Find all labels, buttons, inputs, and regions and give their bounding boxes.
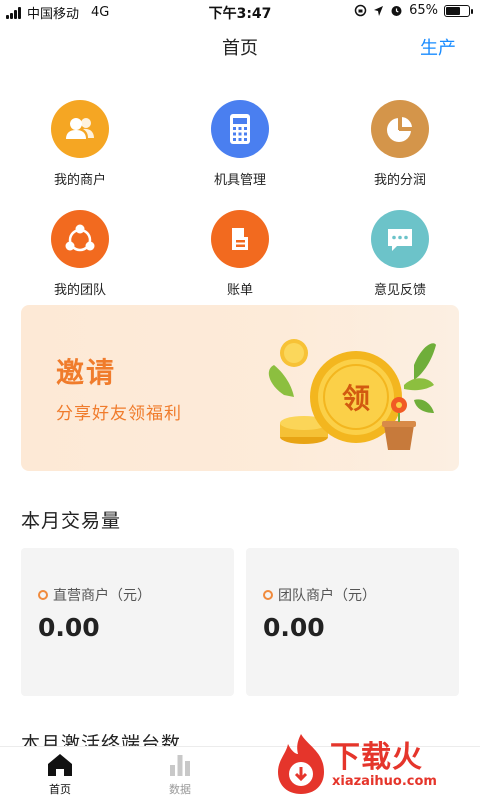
invite-banner[interactable]: 邀请 分享好友领福利 领 bbox=[21, 305, 459, 471]
merchants-icon bbox=[51, 100, 109, 158]
menu-item-feedback[interactable]: 意见反馈 bbox=[320, 210, 480, 320]
menu-item-profit[interactable]: 我的分润 bbox=[320, 100, 480, 210]
menu-grid: 我的商户 机具管理 我的分润 我的团队 账单 意见反馈 bbox=[0, 100, 480, 320]
stat-card-direct[interactable]: 直营商户（元） 0.00 bbox=[21, 548, 234, 696]
banner-subtitle: 分享好友领福利 bbox=[56, 404, 182, 424]
ring-icon bbox=[38, 590, 48, 600]
tab-label: 首页 bbox=[49, 783, 71, 796]
status-right: 65% bbox=[354, 3, 473, 18]
section-title-transactions: 本月交易量 bbox=[21, 510, 122, 532]
watermark: 下载火 xiazaihuo.com bbox=[274, 732, 474, 798]
alarm-icon bbox=[391, 6, 402, 16]
tab-data[interactable]: 数据 bbox=[140, 753, 220, 797]
watermark-text: 下载火 bbox=[330, 740, 423, 775]
bill-icon bbox=[211, 210, 269, 268]
battery-icon bbox=[444, 4, 473, 17]
menu-label: 账单 bbox=[226, 283, 253, 298]
banner-title: 邀请 bbox=[56, 356, 117, 389]
feedback-icon bbox=[371, 210, 429, 268]
home-icon bbox=[48, 754, 72, 776]
team-share-icon bbox=[51, 210, 109, 268]
card-label: 直营商户（元） bbox=[38, 585, 151, 605]
menu-item-team[interactable]: 我的团队 bbox=[0, 210, 160, 320]
stat-card-team[interactable]: 团队商户（元） 0.00 bbox=[246, 548, 459, 696]
card-label: 团队商户（元） bbox=[263, 585, 376, 605]
bar-chart-icon bbox=[170, 755, 190, 776]
watermark-url: xiazaihuo.com bbox=[332, 774, 437, 789]
coin-plant-illustration: 领 bbox=[268, 339, 436, 450]
menu-label: 我的分润 bbox=[373, 173, 426, 188]
flame-logo-icon bbox=[278, 734, 324, 794]
card-value: 0.00 bbox=[38, 613, 100, 642]
calculator-icon bbox=[211, 100, 269, 158]
page-title: 首页 bbox=[222, 38, 258, 59]
ring-icon bbox=[263, 590, 273, 600]
tab-home[interactable]: 首页 bbox=[20, 753, 100, 797]
menu-label: 机具管理 bbox=[213, 173, 266, 188]
menu-label: 我的商户 bbox=[53, 173, 106, 188]
menu-label: 意见反馈 bbox=[373, 283, 426, 298]
menu-item-merchants[interactable]: 我的商户 bbox=[0, 100, 160, 210]
battery-percent: 65% bbox=[409, 3, 438, 18]
status-bar: 中国移动 4G 下午3:47 65% bbox=[0, 0, 480, 24]
production-button[interactable]: 生产 bbox=[420, 34, 456, 60]
coin-label: 领 bbox=[342, 382, 370, 415]
menu-label: 我的团队 bbox=[53, 283, 106, 298]
card-value: 0.00 bbox=[263, 613, 325, 642]
orientation-lock-icon bbox=[354, 4, 367, 17]
menu-item-devices[interactable]: 机具管理 bbox=[160, 100, 320, 210]
nav-bar: 首页 生产 bbox=[0, 24, 480, 68]
pie-chart-icon bbox=[371, 100, 429, 158]
location-icon bbox=[374, 5, 384, 16]
card-label-text: 直营商户（元） bbox=[53, 588, 151, 604]
menu-item-bill[interactable]: 账单 bbox=[160, 210, 320, 320]
tab-label: 数据 bbox=[169, 783, 191, 796]
card-label-text: 团队商户（元） bbox=[278, 588, 376, 604]
